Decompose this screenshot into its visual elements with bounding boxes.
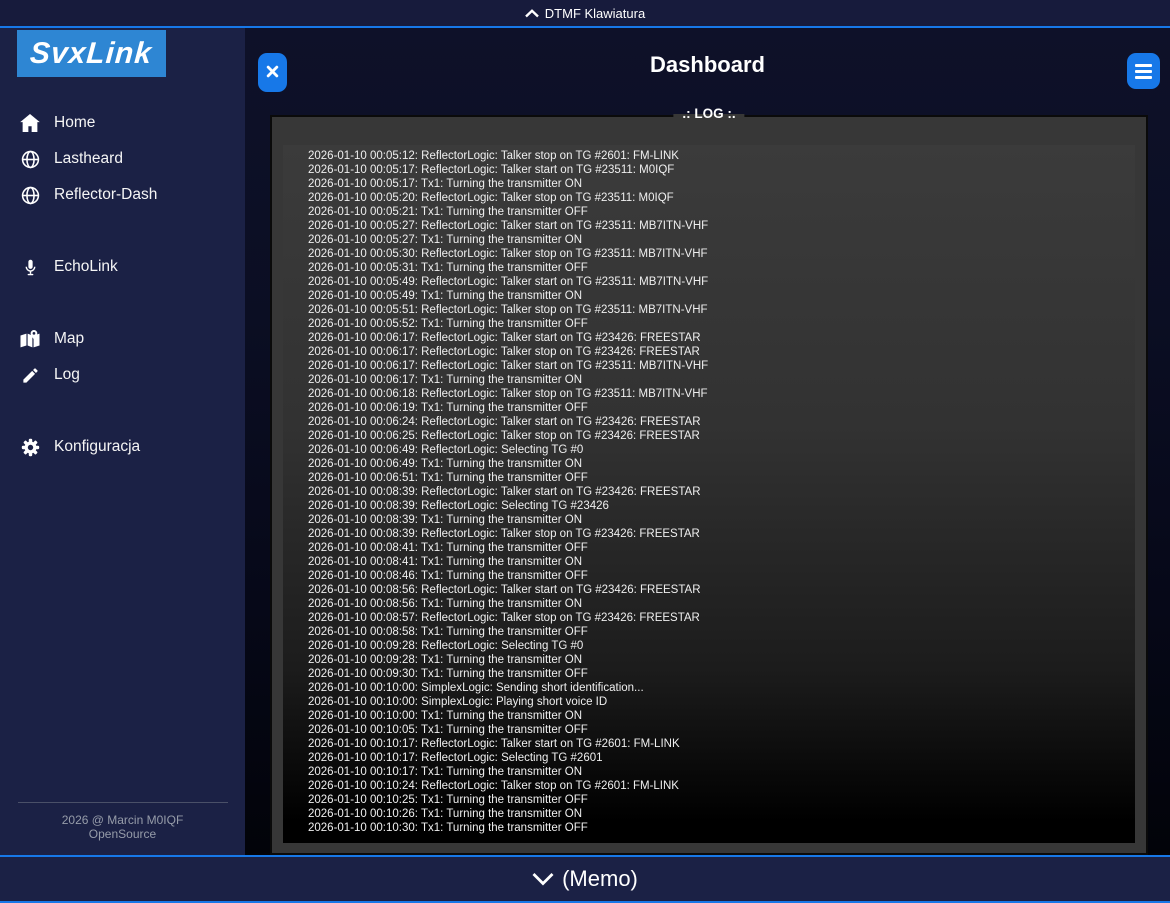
log-line: 2026-01-10 00:05:30: ReflectorLogic: Tal… [308, 247, 1131, 261]
nav-spacer [0, 213, 245, 249]
log-line: 2026-01-10 00:08:39: ReflectorLogic: Tal… [308, 485, 1131, 499]
log-line: 2026-01-10 00:08:41: Tx1: Turning the tr… [308, 555, 1131, 569]
log-line: 2026-01-10 00:08:56: Tx1: Turning the tr… [308, 597, 1131, 611]
hamburger-icon [1135, 64, 1152, 79]
log-line: 2026-01-10 00:06:24: ReflectorLogic: Tal… [308, 415, 1131, 429]
log-line: 2026-01-10 00:05:27: ReflectorLogic: Tal… [308, 219, 1131, 233]
main-content: Dashboard .: LOG :. 2026-01-10 00:05:12:… [245, 28, 1170, 855]
footer-opensource: OpenSource [0, 827, 245, 841]
sidebar-item-log[interactable]: Log [0, 357, 245, 393]
log-line: 2026-01-10 00:10:26: Tx1: Turning the tr… [308, 807, 1131, 821]
log-line: 2026-01-10 00:06:17: Tx1: Turning the tr… [308, 373, 1131, 387]
sidebar-item-label: Lastheard [54, 150, 123, 168]
log-line: 2026-01-10 00:05:21: Tx1: Turning the tr… [308, 205, 1131, 219]
microphone-icon [18, 258, 42, 277]
svxlink-logo[interactable]: SvxLink [17, 30, 166, 77]
log-line: 2026-01-10 00:08:39: ReflectorLogic: Tal… [308, 527, 1131, 541]
log-line: 2026-01-10 00:05:27: Tx1: Turning the tr… [308, 233, 1131, 247]
log-line: 2026-01-10 00:09:28: ReflectorLogic: Sel… [308, 639, 1131, 653]
log-line: 2026-01-10 00:05:20: ReflectorLogic: Tal… [308, 191, 1131, 205]
dtmf-keypad-label: DTMF Klawiatura [545, 6, 645, 21]
sidebar-item-reflector-dash[interactable]: Reflector-Dash [0, 177, 245, 213]
sidebar-item-konfiguracja[interactable]: Konfiguracja [0, 429, 245, 465]
log-line: 2026-01-10 00:09:28: Tx1: Turning the tr… [308, 653, 1131, 667]
log-line: 2026-01-10 00:10:00: Tx1: Turning the tr… [308, 709, 1131, 723]
log-line: 2026-01-10 00:08:41: Tx1: Turning the tr… [308, 541, 1131, 555]
sidebar-item-label: EchoLink [54, 258, 118, 276]
log-line: 2026-01-10 00:05:52: Tx1: Turning the tr… [308, 317, 1131, 331]
log-line: 2026-01-10 00:05:12: ReflectorLogic: Tal… [308, 149, 1131, 163]
log-output[interactable]: 2026-01-10 00:05:12: ReflectorLogic: Tal… [283, 145, 1135, 843]
log-line: 2026-01-10 00:06:25: ReflectorLogic: Tal… [308, 429, 1131, 443]
sidebar-footer: 2026 @ Marcin M0IQF OpenSource [0, 802, 245, 841]
log-line: 2026-01-10 00:05:17: Tx1: Turning the tr… [308, 177, 1131, 191]
log-line: 2026-01-10 00:10:24: ReflectorLogic: Tal… [308, 779, 1131, 793]
chevron-down-icon [532, 866, 554, 892]
pencil-icon [18, 366, 42, 385]
log-line: 2026-01-10 00:06:51: Tx1: Turning the tr… [308, 471, 1131, 485]
footer-copyright: 2026 @ Marcin M0IQF [0, 813, 245, 827]
sidebar-item-map[interactable]: Map [0, 321, 245, 357]
log-line: 2026-01-10 00:06:17: ReflectorLogic: Tal… [308, 331, 1131, 345]
sidebar-item-label: Log [54, 366, 80, 384]
log-line: 2026-01-10 00:10:30: Tx1: Turning the tr… [308, 821, 1131, 835]
globe-icon [18, 150, 42, 169]
sidebar-item-home[interactable]: Home [0, 105, 245, 141]
log-line: 2026-01-10 00:08:46: Tx1: Turning the tr… [308, 569, 1131, 583]
log-line: 2026-01-10 00:10:25: Tx1: Turning the tr… [308, 793, 1131, 807]
nav-spacer [0, 393, 245, 429]
page-title: Dashboard [650, 52, 765, 78]
map-marker-icon [18, 330, 42, 349]
log-line: 2026-01-10 00:08:39: ReflectorLogic: Sel… [308, 499, 1131, 513]
log-line: 2026-01-10 00:06:49: Tx1: Turning the tr… [308, 457, 1131, 471]
log-line: 2026-01-10 00:06:18: ReflectorLogic: Tal… [308, 387, 1131, 401]
log-line: 2026-01-10 00:08:56: ReflectorLogic: Tal… [308, 583, 1131, 597]
log-line: 2026-01-10 00:06:17: ReflectorLogic: Tal… [308, 345, 1131, 359]
log-line: 2026-01-10 00:09:30: Tx1: Turning the tr… [308, 667, 1131, 681]
log-line: 2026-01-10 00:06:19: Tx1: Turning the tr… [308, 401, 1131, 415]
sidebar-item-lastheard[interactable]: Lastheard [0, 141, 245, 177]
memo-label: (Memo) [562, 866, 638, 892]
main-header: Dashboard [245, 28, 1170, 101]
dtmf-keypad-toggle[interactable]: DTMF Klawiatura [0, 0, 1170, 28]
gear-icon [18, 438, 42, 457]
sidebar-item-label: Konfiguracja [54, 438, 140, 456]
log-line: 2026-01-10 00:05:17: ReflectorLogic: Tal… [308, 163, 1131, 177]
log-line: 2026-01-10 00:10:17: Tx1: Turning the tr… [308, 765, 1131, 779]
log-line: 2026-01-10 00:10:00: SimplexLogic: Playi… [308, 695, 1131, 709]
menu-button[interactable] [1127, 53, 1160, 89]
home-icon [18, 114, 42, 132]
log-line: 2026-01-10 00:10:00: SimplexLogic: Sendi… [308, 681, 1131, 695]
log-line: 2026-01-10 00:05:49: Tx1: Turning the tr… [308, 289, 1131, 303]
log-line: 2026-01-10 00:06:17: ReflectorLogic: Tal… [308, 359, 1131, 373]
globe-icon [18, 186, 42, 205]
log-line: 2026-01-10 00:08:57: ReflectorLogic: Tal… [308, 611, 1131, 625]
nav-spacer [0, 285, 245, 321]
log-line: 2026-01-10 00:10:17: ReflectorLogic: Sel… [308, 751, 1131, 765]
memo-toggle[interactable]: (Memo) [0, 855, 1170, 903]
log-line: 2026-01-10 00:06:49: ReflectorLogic: Sel… [308, 443, 1131, 457]
log-line: 2026-01-10 00:10:17: ReflectorLogic: Tal… [308, 737, 1131, 751]
log-line: 2026-01-10 00:10:05: Tx1: Turning the tr… [308, 723, 1131, 737]
log-line: 2026-01-10 00:05:51: ReflectorLogic: Tal… [308, 303, 1131, 317]
svxlink-logo-text: SvxLink [29, 37, 153, 71]
close-sidebar-button[interactable] [258, 53, 287, 92]
sidebar-nav: Home Lastheard Reflector-Dash EchoLink [0, 105, 245, 465]
sidebar-item-label: Map [54, 330, 84, 348]
log-line: 2026-01-10 00:08:39: Tx1: Turning the tr… [308, 513, 1131, 527]
log-panel-legend: .: LOG :. [673, 106, 744, 121]
log-line: 2026-01-10 00:05:49: ReflectorLogic: Tal… [308, 275, 1131, 289]
sidebar: SvxLink Home Lastheard Reflector-Dash [0, 28, 245, 855]
sidebar-item-label: Home [54, 114, 95, 132]
sidebar-item-echolink[interactable]: EchoLink [0, 249, 245, 285]
footer-divider [18, 802, 228, 803]
log-line: 2026-01-10 00:05:31: Tx1: Turning the tr… [308, 261, 1131, 275]
log-panel: .: LOG :. 2026-01-10 00:05:12: Reflector… [270, 115, 1148, 855]
log-line: 2026-01-10 00:08:58: Tx1: Turning the tr… [308, 625, 1131, 639]
chevron-up-icon [525, 9, 539, 18]
sidebar-item-label: Reflector-Dash [54, 186, 157, 204]
close-icon [266, 65, 279, 81]
